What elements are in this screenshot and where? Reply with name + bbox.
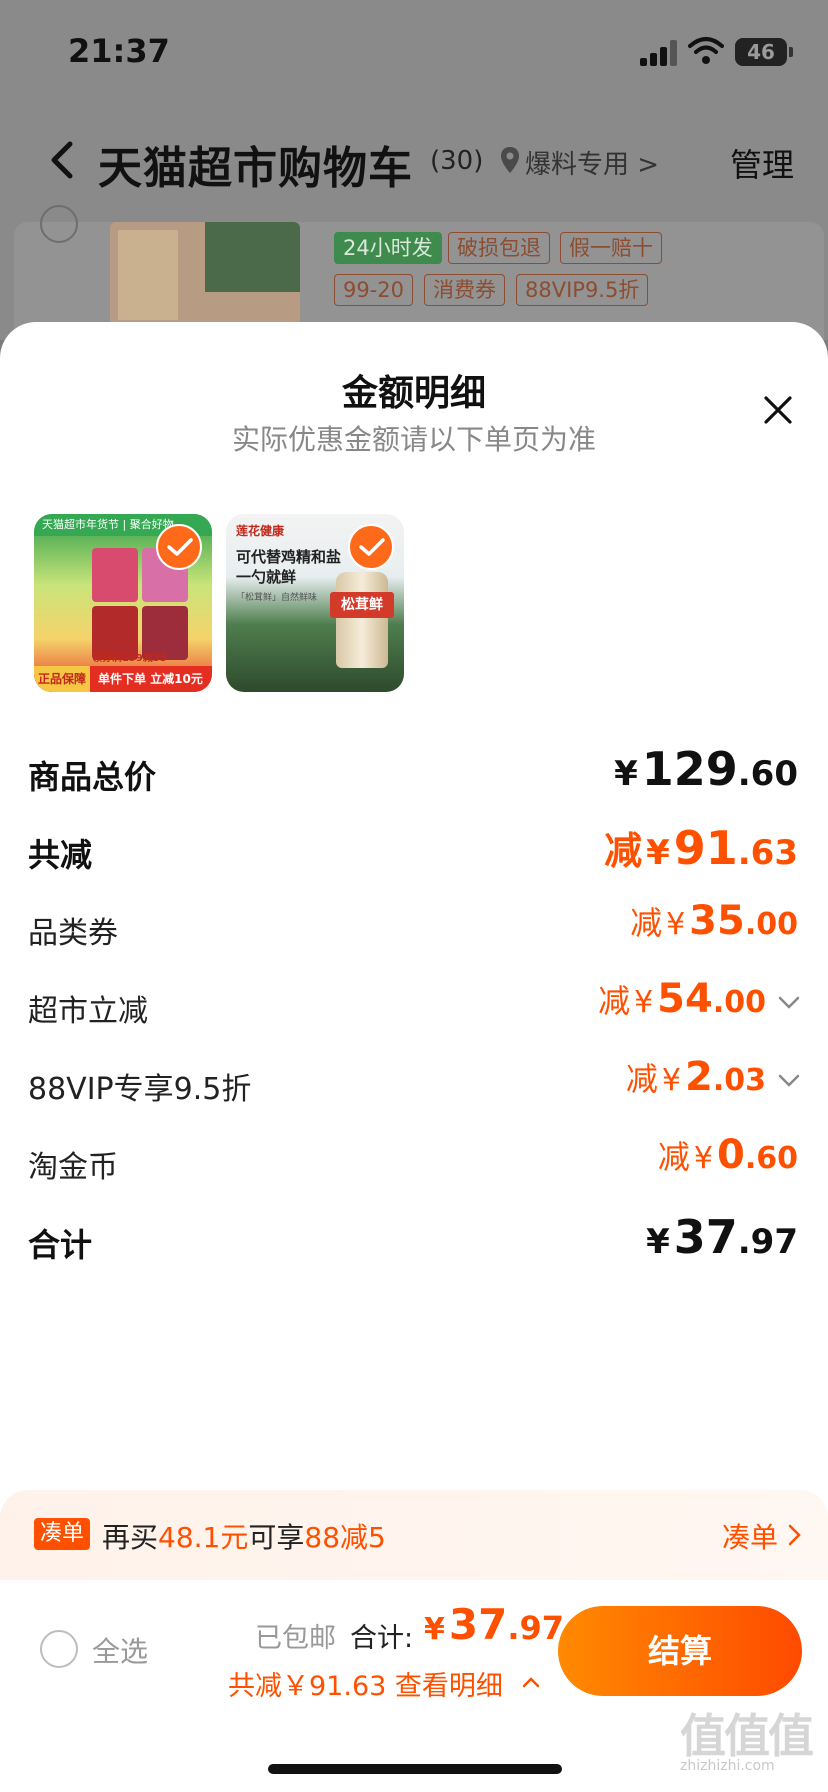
product-headline: 一勺就鲜 [236, 568, 297, 586]
row-amount: 减 ¥91.63 [604, 821, 798, 875]
battery-level: 46 [747, 40, 775, 64]
battery-tip [789, 47, 793, 57]
cart-item-tag: 假一赔十 [560, 232, 662, 264]
cart-item-tag: 88VIP9.5折 [516, 274, 649, 306]
row-label: 共减 [28, 836, 93, 874]
shipping-status: 已包邮 [255, 1623, 336, 1654]
vip-discount-row[interactable]: 88VIP专享9.5折 减 ¥2.03 [0, 1054, 828, 1114]
row-label: 超市立减 [28, 994, 148, 1029]
product-thumbnail[interactable]: 天猫超市年货节 | 聚合好物 领券满199减35 正品保障 单件下单 立减10元 [34, 514, 212, 692]
page-title: 天猫超市购物车 [98, 143, 413, 194]
back-icon[interactable] [44, 138, 80, 182]
select-all-label[interactable]: 全选 [92, 1630, 148, 1670]
view-details-link[interactable]: 共减￥91.63 查看明细 [228, 1664, 503, 1703]
checked-icon [348, 524, 394, 570]
row-label: 品类券 [28, 916, 118, 951]
home-indicator[interactable] [268, 1764, 562, 1774]
watermark-url: zhizhizhi.com [680, 1758, 775, 1774]
battery-icon: 46 [735, 38, 787, 66]
product-jar-label: 松茸鲜 [330, 592, 394, 618]
subtotal-row: 商品总价 ¥129.60 [0, 742, 828, 802]
amount-detail-sheet: 金额明细 实际优惠金额请以下单页为准 天猫超市年货节 | 聚合好物 领券满199… [0, 322, 828, 1792]
row-label: 淘金币 [28, 1150, 118, 1185]
add-on-badge: 凑单 [34, 1518, 91, 1550]
product-thumbnail[interactable]: 莲花健康 可代替鸡精和盐 一勺就鲜 「松茸鲜」自然鲜味 松茸鲜 [226, 514, 404, 692]
cart-item-checkbox [40, 205, 78, 243]
product-badge: 正品保障 [34, 666, 90, 692]
cart-count: (30) [430, 146, 484, 176]
manage-button[interactable]: 管理 [730, 140, 794, 186]
product-promo: 单件下单 立减10元 [98, 672, 203, 686]
total-discount-row: 共减 减 ¥91.63 [0, 820, 828, 880]
chevron-down-icon[interactable] [778, 1074, 800, 1088]
sheet-title: 金额明细 [341, 373, 486, 414]
location-label: 爆料专用 [525, 150, 630, 180]
row-amount: 减 ¥54.00 [598, 976, 766, 1022]
row-amount: ¥129.60 [614, 742, 798, 796]
cart-item-thumbnail [110, 222, 300, 327]
location-pin-icon [501, 147, 519, 173]
total-amount: ¥37.97 [424, 1600, 565, 1649]
product-brand: 莲花健康 [236, 524, 285, 538]
chevron-down-icon[interactable] [778, 996, 800, 1010]
checked-icon [156, 524, 202, 570]
row-amount: 减 ¥2.03 [625, 1054, 766, 1100]
product-caption: 「松茸鲜」自然鲜味 [236, 593, 318, 603]
status-time: 21:37 [68, 32, 170, 70]
cart-item-tag: 24小时发 [334, 232, 442, 264]
location-chevron-icon: > [637, 150, 660, 180]
category-coupon-row: 品类券 减 ¥35.00 [0, 898, 828, 958]
row-amount: ¥37.97 [646, 1210, 798, 1264]
product-headline: 可代替鸡精和盐 [236, 548, 342, 566]
chevron-up-icon[interactable] [522, 1676, 540, 1688]
cart-background: 21:37 46 天猫超市购物车 (30) 爆料专用 > 管理 24小时发 破损… [0, 0, 828, 352]
add-on-link[interactable]: 凑单 [722, 1516, 778, 1556]
add-on-promo-bar[interactable]: 凑单 再买48.1元可享88减5 凑单 [0, 1490, 828, 1580]
status-bar: 21:37 46 [0, 0, 828, 100]
close-icon[interactable] [760, 392, 796, 428]
sheet-subtitle: 实际优惠金额请以下单页为准 [231, 423, 596, 456]
add-on-message: 再买48.1元可享88减5 [102, 1521, 386, 1554]
checkout-button[interactable]: 结算 [558, 1606, 802, 1696]
select-all-checkbox[interactable] [40, 1630, 78, 1668]
row-label: 88VIP专享9.5折 [28, 1072, 252, 1107]
cart-item-tag: 99-20 [334, 274, 414, 306]
nav-bar: 天猫超市购物车 (30) 爆料专用 > 管理 [0, 110, 828, 210]
product-coupon: 领券满199减35 [92, 653, 167, 664]
row-amount: 减 ¥35.00 [630, 898, 798, 944]
row-label: 商品总价 [28, 758, 157, 796]
total-label: 合计: [350, 1623, 414, 1654]
chevron-right-icon [788, 1524, 801, 1546]
taojinbi-row: 淘金币 减 ¥0.60 [0, 1132, 828, 1192]
cart-item-tag: 破损包退 [448, 232, 550, 264]
watermark-logo: 值值值 [680, 1709, 814, 1763]
grand-total-row: 合计 ¥37.97 [0, 1210, 828, 1270]
wifi-icon [688, 37, 724, 64]
row-amount: 减 ¥0.60 [657, 1132, 798, 1178]
watermark: 值值值 zhizhizhi.com [680, 1700, 820, 1780]
location-selector[interactable]: 爆料专用 > [525, 144, 659, 181]
product-jar [336, 572, 388, 668]
signal-icon [640, 40, 678, 66]
supermarket-discount-row[interactable]: 超市立减 减 ¥54.00 [0, 976, 828, 1036]
cart-item-tag: 消费券 [424, 274, 505, 306]
row-label: 合计 [28, 1226, 93, 1264]
